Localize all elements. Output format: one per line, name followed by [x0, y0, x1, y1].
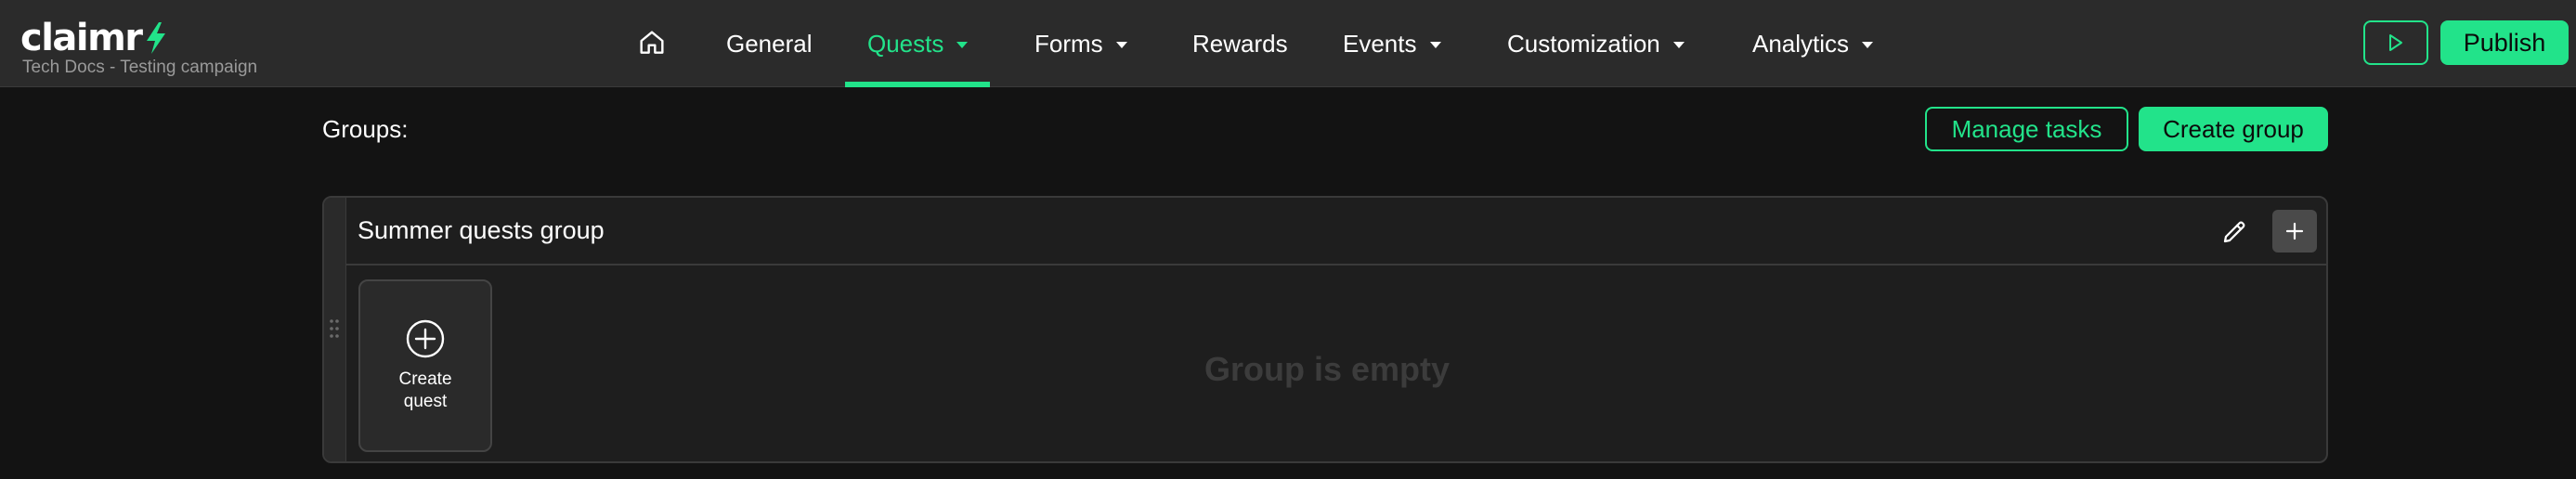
nav-analytics-label: Analytics [1752, 29, 1850, 58]
nav-analytics[interactable]: Analytics [1752, 0, 1874, 87]
drag-handle-icon[interactable] [329, 318, 340, 339]
lightning-bolt-icon [146, 22, 165, 54]
nav-quests[interactable]: Quests [844, 0, 991, 87]
pencil-icon[interactable] [2220, 218, 2248, 246]
preview-button[interactable] [2363, 20, 2428, 65]
chevron-down-icon [1862, 41, 1874, 48]
nav-events[interactable]: Events [1343, 0, 1441, 87]
publish-button[interactable]: Publish [2440, 20, 2569, 65]
group-card: Summer quests group Create quest Group i… [322, 196, 2328, 463]
nav-quests-label: Quests [867, 29, 944, 58]
create-quest-label: Create quest [398, 369, 452, 411]
nav-customization-label: Customization [1507, 29, 1660, 58]
nav-forms[interactable]: Forms [1034, 0, 1127, 87]
home-icon[interactable] [637, 28, 667, 58]
top-navigation-bar: claimr Tech Docs - Testing campaign Gene… [0, 0, 2576, 87]
empty-group-message: Group is empty [1203, 350, 1451, 388]
plus-circle-icon [406, 319, 445, 358]
claimr-logo[interactable]: claimr [20, 15, 168, 61]
chevron-down-icon [1672, 41, 1685, 48]
nav-customization[interactable]: Customization [1507, 0, 1685, 87]
chevron-down-icon [956, 41, 969, 48]
campaign-name: Tech Docs - Testing campaign [22, 58, 258, 77]
nav-general-label: General [726, 29, 813, 58]
manage-tasks-button[interactable]: Manage tasks [1925, 107, 2128, 151]
nav-rewards[interactable]: Rewards [1192, 0, 1288, 87]
nav-forms-label: Forms [1034, 29, 1103, 58]
create-group-button[interactable]: Create group [2139, 107, 2328, 151]
chevron-down-icon [1115, 41, 1127, 48]
group-title: Summer quests group [358, 216, 605, 244]
group-header: Summer quests group [346, 198, 2326, 265]
nav-general[interactable]: General [726, 0, 813, 87]
create-quest-tile[interactable]: Create quest [358, 279, 492, 452]
play-icon [2389, 34, 2402, 51]
nav-events-label: Events [1343, 29, 1417, 58]
nav-rewards-label: Rewards [1192, 29, 1288, 58]
brand: claimr Tech Docs - Testing campaign [20, 15, 257, 77]
logo-text: claimr [20, 17, 143, 59]
groups-heading: Groups: [322, 115, 409, 143]
add-quest-button[interactable] [2272, 210, 2317, 252]
plus-icon [2285, 222, 2304, 240]
chevron-down-icon [1429, 41, 1441, 48]
drag-rail[interactable] [324, 198, 346, 461]
